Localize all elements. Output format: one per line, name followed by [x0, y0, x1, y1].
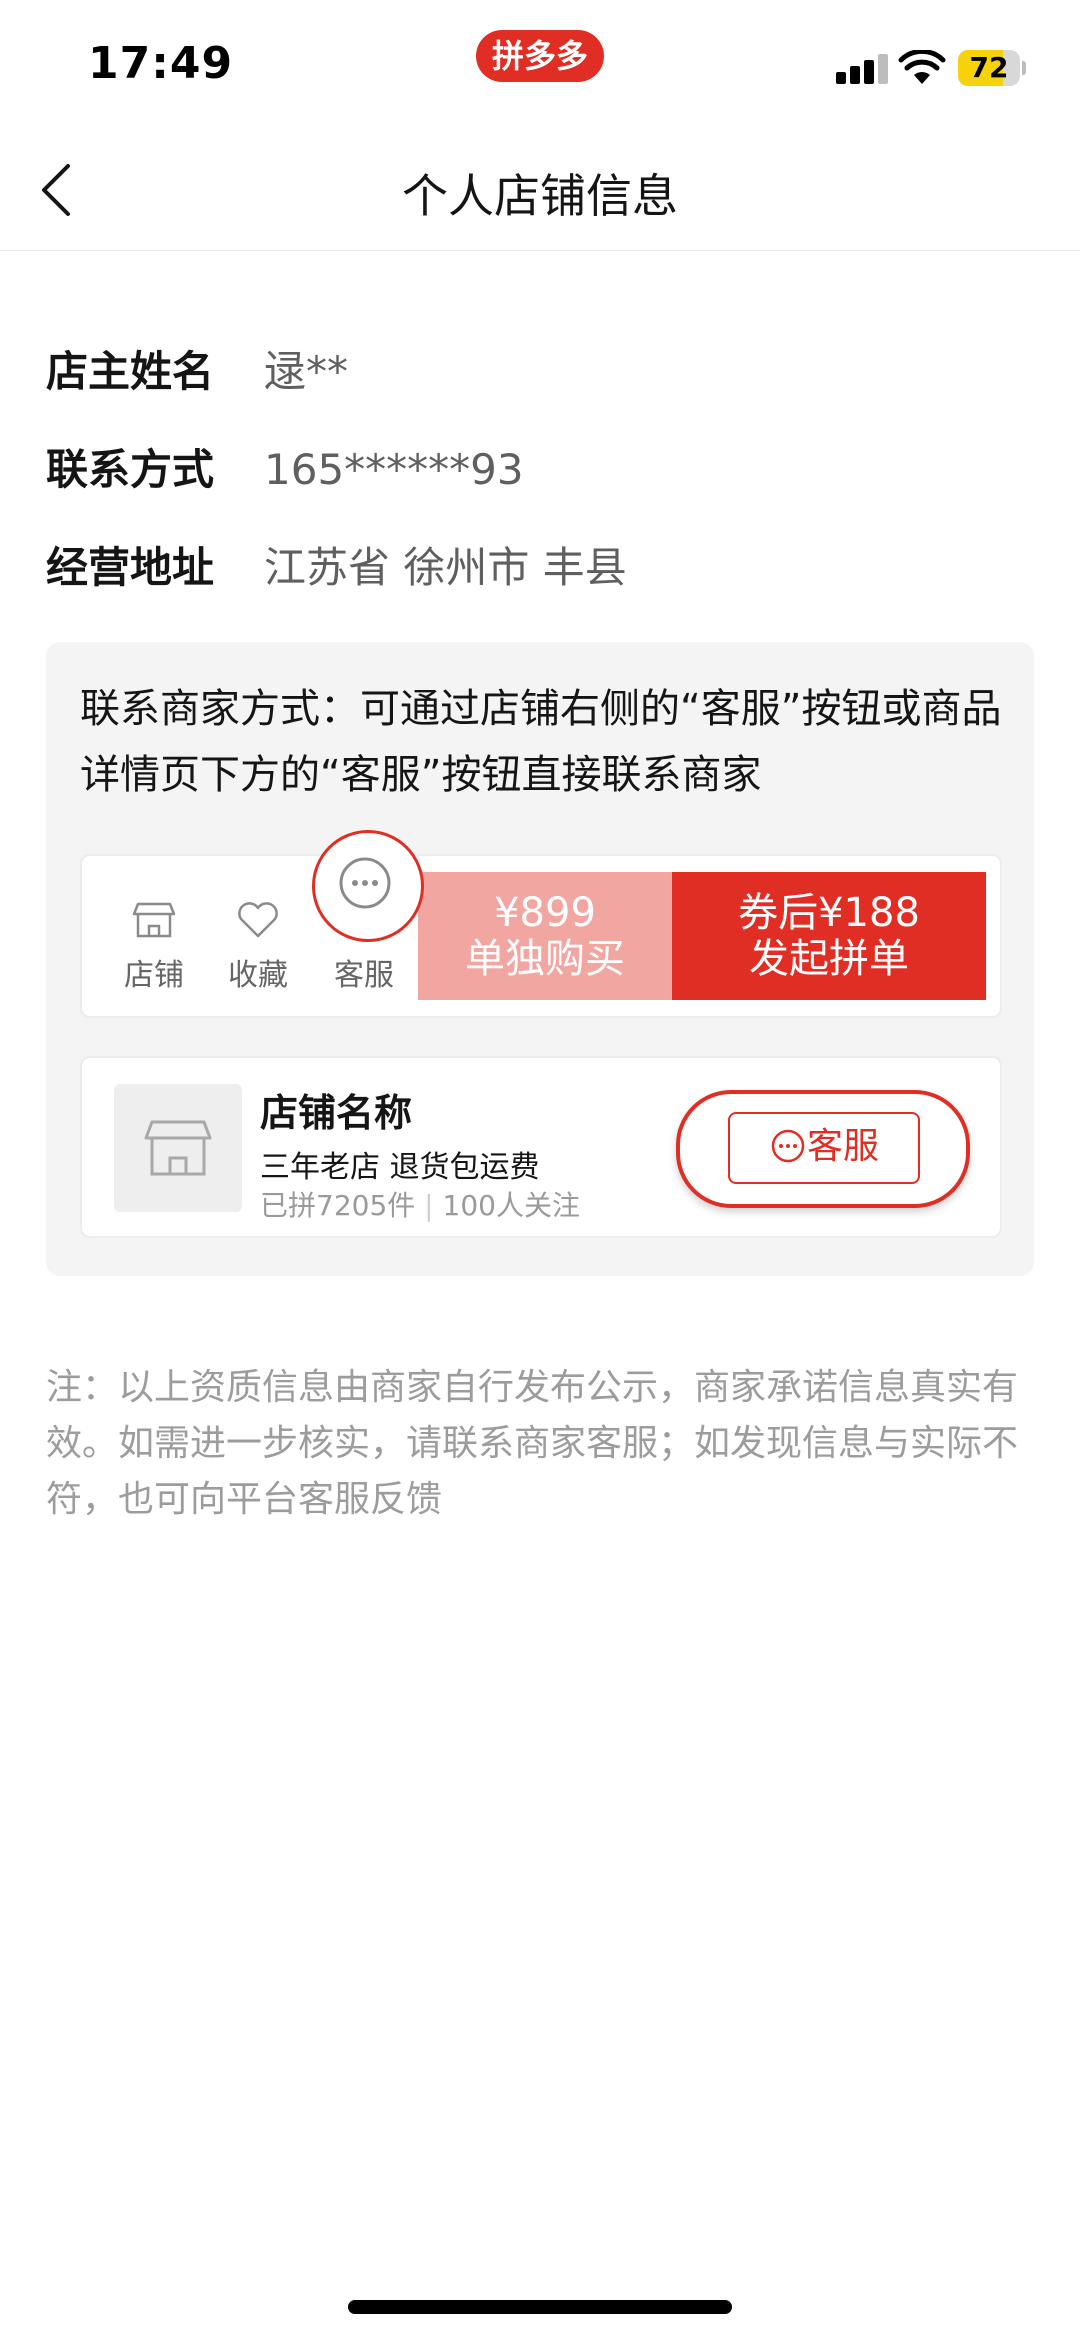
info-value: 165******93	[264, 445, 524, 494]
home-indicator	[348, 2300, 732, 2314]
bar-favorite: 收藏	[208, 900, 308, 994]
store-tags: 三年老店 退货包运费	[260, 1150, 540, 1185]
store-icon	[132, 902, 176, 938]
cellular-signal-icon	[836, 54, 888, 84]
info-value: 江苏省 徐州市 丰县	[264, 543, 627, 592]
bar-favorite-label: 收藏	[228, 958, 288, 993]
store-service-label: 客服	[806, 1126, 879, 1167]
group-buy-label: 发起拼单	[749, 936, 909, 982]
store-service-button: 客服	[728, 1112, 920, 1184]
disclaimer-note: 注：以上资质信息由商家自行发布公示，商家承诺信息真实有效。如需进一步核实，请联系…	[46, 1367, 1019, 1520]
info-value: 逯**	[264, 347, 349, 396]
contact-tip-text: 联系商家方式：可通过店铺右侧的“客服”按钮或商品详情页下方的“客服”按钮直接联系…	[80, 686, 1002, 798]
chat-bubble-icon	[339, 857, 391, 909]
group-buy-button: 券后¥188 发起拼单	[672, 872, 986, 1000]
example-store-card: 店铺名称 三年老店 退货包运费 已拼7205件 | 100人关注 客服	[80, 1056, 1002, 1238]
info-row-contact: 联系方式 165******93	[46, 436, 524, 497]
info-label: 联系方式	[46, 445, 215, 494]
chat-bubble-icon	[771, 1129, 805, 1163]
status-bar: 17:49 拼多多 72	[0, 0, 1080, 130]
bar-service-label: 客服	[334, 958, 394, 993]
store-stats: 已拼7205件 | 100人关注	[260, 1189, 580, 1222]
store-icon	[144, 1120, 212, 1176]
bar-store-label: 店铺	[124, 958, 184, 993]
single-price: ¥899	[494, 890, 596, 936]
app-badge: 拼多多	[476, 30, 604, 82]
single-buy-label: 单独购买	[465, 936, 625, 982]
info-label: 经营地址	[46, 543, 215, 592]
wifi-icon	[898, 50, 946, 84]
page-title: 个人店铺信息	[402, 169, 678, 223]
heart-icon	[238, 902, 278, 938]
info-row-address: 经营地址 江苏省 徐州市 丰县	[46, 534, 627, 595]
service-highlight-circle	[312, 830, 424, 942]
group-price: 券后¥188	[738, 890, 920, 936]
bar-store: 店铺	[104, 900, 204, 994]
store-sold: 已拼7205件	[260, 1189, 416, 1222]
example-bottom-bar: 店铺 收藏 客服 ¥899 单独购买 券后¥188 发起拼单	[80, 854, 1002, 1018]
bar-service: 客服	[314, 950, 414, 994]
nav-bar: 个人店铺信息	[0, 130, 1080, 251]
single-buy-button: ¥899 单独购买	[418, 872, 672, 1000]
store-name: 店铺名称	[260, 1091, 413, 1135]
status-time: 17:49	[88, 38, 234, 89]
store-logo	[114, 1084, 242, 1212]
info-row-owner: 店主姓名 逯**	[46, 338, 348, 399]
battery-level: 72	[969, 51, 1009, 84]
battery-indicator: 72	[958, 50, 1026, 86]
info-label: 店主姓名	[46, 347, 215, 396]
store-followers: 100人关注	[442, 1189, 580, 1222]
